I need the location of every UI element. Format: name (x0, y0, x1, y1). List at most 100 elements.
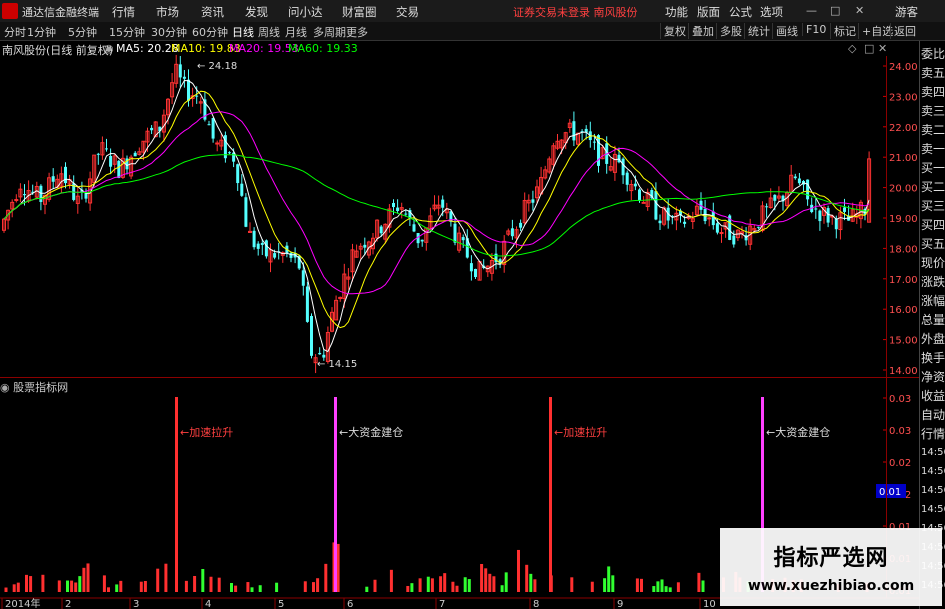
indicator-bar (430, 578, 434, 592)
signal-annotation: ←大资金建仓 (339, 425, 403, 439)
indicator-bar (389, 569, 393, 592)
indicator-bar (635, 578, 639, 592)
candle-body (23, 194, 26, 196)
candle-body (195, 95, 199, 97)
indicator-bar (66, 580, 69, 592)
indicator-bar (455, 585, 459, 592)
candle-body (207, 124, 211, 126)
indicator-bar (70, 580, 74, 592)
high-price-label: ← 24.18 (197, 61, 237, 72)
candle-body (597, 135, 600, 166)
candle-body (625, 172, 629, 185)
axis-divider (886, 56, 887, 598)
side-panel-label: 14:56 (921, 466, 945, 477)
candle-body (363, 244, 367, 248)
indicator-bar (652, 586, 656, 592)
indicator-bar (102, 575, 106, 592)
indicator-header: ◉ 股票指标网 (0, 379, 68, 395)
indicator-bar (303, 581, 307, 592)
side-panel-label: 买四 (921, 218, 945, 232)
candle-body (240, 183, 244, 196)
indicator-bar (439, 576, 443, 592)
indicator-bar (193, 575, 197, 592)
time-axis-label: 3 (133, 599, 139, 609)
indicator-bar (29, 576, 33, 592)
indicator-bar (701, 580, 705, 592)
indicator-bar (660, 579, 664, 592)
candle-body (773, 194, 777, 201)
panel-divider (0, 377, 919, 378)
candle-body (289, 252, 293, 258)
indicator-bar (410, 583, 414, 592)
indicator-bar (570, 577, 574, 592)
price-tick-label: 16.00 (889, 305, 918, 316)
candle-body (474, 268, 477, 278)
candle-body (814, 208, 818, 210)
indicator-bar (275, 582, 279, 592)
indicator-bar (640, 578, 643, 592)
candle-body (572, 121, 576, 141)
side-panel-label: 14:56 (921, 485, 945, 496)
indicator-bar (467, 579, 471, 592)
side-panel-label[interactable]: 行情 (921, 427, 945, 441)
side-panel-label: 卖五 (921, 66, 945, 80)
candle-body (117, 160, 121, 178)
candle-body (109, 155, 113, 167)
time-axis-label: 7 (439, 599, 445, 609)
side-panel-label: 卖四 (921, 85, 945, 99)
candle-body (638, 189, 641, 201)
side-panel-label: 卖一 (921, 142, 945, 156)
indicator-bar (312, 582, 315, 592)
indicator-bar (230, 582, 233, 592)
candle-body (64, 166, 67, 184)
price-axis: 24.00 23.00 22.00 21.00 20.00 19.00 18.00 17.00… (883, 62, 918, 377)
side-panel-label: 买五 (921, 237, 945, 251)
candle-body (105, 148, 108, 150)
candle-body (592, 141, 596, 143)
side-panel-label[interactable]: 自动 (921, 408, 945, 422)
ma5-line (3, 79, 870, 353)
indicator-bar (463, 577, 467, 592)
candle-body (715, 223, 719, 233)
candle-body (806, 179, 810, 200)
side-panel-label: 现价 (921, 256, 945, 270)
price-tick-label: 23.00 (889, 92, 918, 103)
indicator-bar (164, 563, 168, 592)
candle-body (519, 222, 523, 228)
indicator-bar (316, 578, 320, 592)
candle-body (322, 354, 326, 358)
indicator-bar (406, 585, 410, 592)
indicator-bar (426, 576, 430, 592)
indicator-bar (258, 585, 262, 592)
side-panel-label: 净资 (921, 370, 945, 384)
side-panel-label: 卖二 (921, 123, 945, 137)
kline-chart[interactable]: 24.00 23.00 22.00 21.00 20.00 19.00 18.00 17.00… (0, 0, 945, 609)
candle-body (797, 178, 801, 184)
candlestick-series (2, 54, 872, 374)
indicator-bar (500, 585, 504, 592)
candle-body (412, 224, 416, 232)
price-tick-label: 24.00 (889, 62, 918, 73)
indicator-settings-icon[interactable]: ◉ (0, 381, 10, 394)
indicator-bar (590, 581, 594, 592)
indicator-bar (668, 587, 672, 592)
indicator-bar (656, 581, 660, 592)
side-panel-label: 外盘 (921, 332, 945, 346)
candle-body (211, 118, 215, 139)
price-tick-label: 14.00 (889, 366, 918, 377)
indicator-bar (107, 587, 110, 592)
watermark-url: www.xuezhibiao.com (747, 578, 915, 594)
side-panel-label: 买二 (921, 180, 945, 194)
candle-body (187, 79, 190, 101)
candle-body (461, 237, 465, 241)
time-axis-label: 4 (205, 599, 211, 609)
price-tick-label: 19.00 (889, 214, 918, 225)
candle-body (818, 210, 822, 222)
site-watermark: 指标严选网 www.xuezhibiao.com (720, 528, 942, 606)
indicator-bar (41, 574, 45, 592)
candle-body (318, 352, 322, 355)
candle-body (531, 199, 535, 203)
low-price-label: ← 14.15 (317, 359, 357, 370)
indicator-bar (533, 579, 537, 592)
candle-body (658, 220, 662, 224)
